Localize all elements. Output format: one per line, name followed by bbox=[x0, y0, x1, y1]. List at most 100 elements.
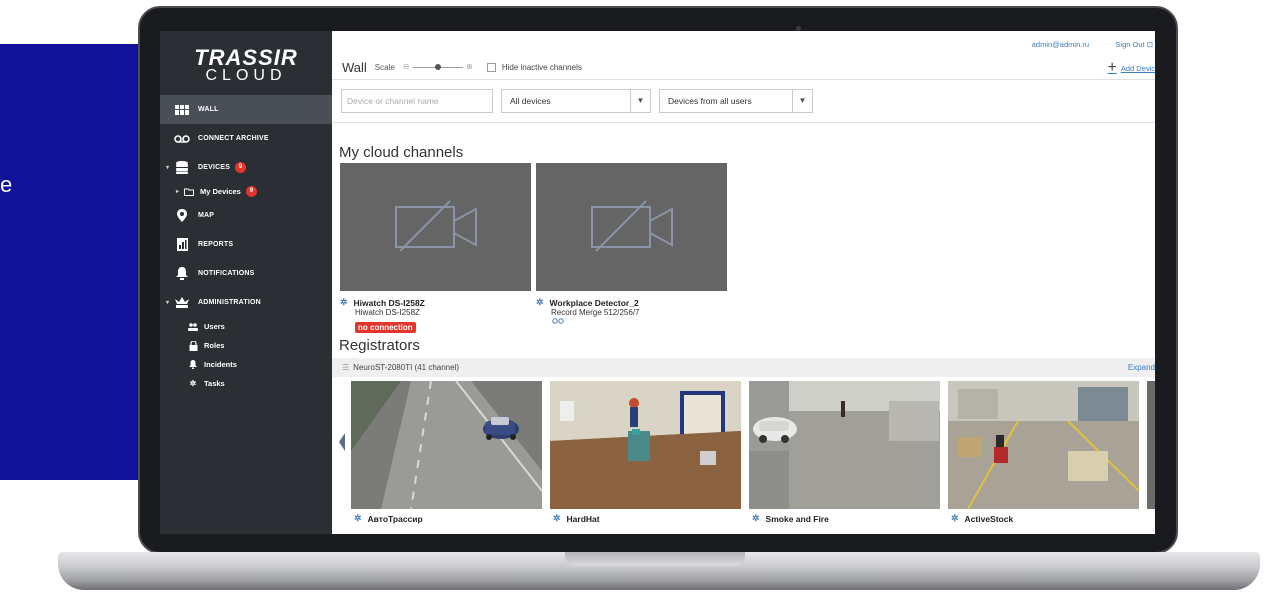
channel-name[interactable]: ✲ Hiwatch DS-I258Z bbox=[340, 297, 531, 308]
channel-card[interactable]: ✲ Hiwatch DS-I258Z Hiwatch DS-I258Z no c… bbox=[340, 163, 531, 335]
sidebar-item-devices[interactable]: ▾ DEVICES 9 bbox=[160, 153, 332, 182]
lock-icon bbox=[188, 339, 198, 353]
sign-out-link[interactable]: Sign Out ⊡ bbox=[1115, 40, 1153, 49]
zoom-in-icon[interactable]: ⊕ bbox=[466, 62, 473, 72]
registrator-channel-card[interactable]: ✲ Smoke and Fire bbox=[749, 381, 940, 524]
channel-card[interactable]: ✲ Workplace Detector_2 Record Merge 512/… bbox=[536, 163, 727, 335]
chevron-down-icon[interactable]: ▾ bbox=[166, 299, 172, 306]
my-devices-count-badge: 9 bbox=[245, 186, 257, 197]
bell-icon bbox=[188, 358, 198, 372]
registrator-channel-card[interactable]: ✲ ActiveStock bbox=[948, 381, 1139, 524]
users-select[interactable]: Devices from all users ▼ bbox=[659, 89, 813, 113]
add-device-label: Add Devic bbox=[1120, 63, 1155, 73]
page-title: Wall bbox=[342, 59, 367, 75]
chevron-down-icon: ▼ bbox=[630, 90, 650, 112]
stage: e TRASSIR CLOUD WALL CONNECT ARCHIVE ▾ D… bbox=[0, 0, 1278, 593]
status-badge: no connection bbox=[355, 322, 416, 333]
logo-sub: CLOUD bbox=[205, 67, 287, 84]
channel-name-label: Hiwatch DS-I258Z bbox=[353, 297, 425, 308]
gear-icon[interactable]: ✲ bbox=[536, 297, 544, 308]
chevron-down-icon[interactable]: ▾ bbox=[166, 164, 172, 171]
sidebar-item-label: My Devices bbox=[200, 187, 241, 196]
plus-icon: + bbox=[1107, 59, 1117, 76]
sidebar-item-roles[interactable]: Roles bbox=[160, 336, 332, 355]
expand-link[interactable]: Expand bbox=[1128, 363, 1155, 372]
sidebar-item-label: ADMINISTRATION bbox=[198, 299, 261, 306]
sidebar-item-connect-archive[interactable]: CONNECT ARCHIVE bbox=[160, 124, 332, 153]
scale-slider[interactable]: ⊖ ⊕ bbox=[403, 62, 473, 72]
sidebar-item-incidents[interactable]: Incidents bbox=[160, 355, 332, 374]
bell-icon bbox=[174, 267, 190, 281]
chevron-right-icon[interactable]: ▸ bbox=[176, 188, 182, 195]
registrator-channel-card[interactable]: ✲ АвтоТрассир bbox=[351, 381, 542, 524]
camera-preview-road[interactable] bbox=[351, 381, 542, 509]
channel-name[interactable]: ✲ Workplace Detector_2 bbox=[536, 297, 727, 308]
sidebar-item-tasks[interactable]: ✲ Tasks bbox=[160, 374, 332, 393]
sidebar-item-wall[interactable]: WALL bbox=[160, 95, 332, 124]
top-bar: admin@admin.ru Sign Out ⊡ bbox=[332, 31, 1155, 55]
sidebar-item-users[interactable]: Users bbox=[160, 317, 332, 336]
sidebar-item-map[interactable]: MAP bbox=[160, 201, 332, 230]
sidebar-item-my-devices[interactable]: ▸ My Devices 9 bbox=[160, 182, 332, 201]
gear-icon[interactable]: ✲ bbox=[752, 513, 760, 524]
gear-icon: ✲ bbox=[189, 379, 197, 388]
hide-inactive-checkbox[interactable] bbox=[486, 62, 496, 72]
screen: TRASSIR CLOUD WALL CONNECT ARCHIVE ▾ DEV… bbox=[160, 31, 1155, 534]
sidebar-item-label: NOTIFICATIONS bbox=[198, 270, 255, 277]
sidebar-item-label: REPORTS bbox=[198, 241, 234, 248]
channel-name-label: Workplace Detector_2 bbox=[549, 297, 639, 308]
camera-preview-warehouse[interactable] bbox=[948, 381, 1139, 509]
sidebar-item-label: Tasks bbox=[204, 379, 225, 388]
sidebar-item-label: Users bbox=[204, 322, 225, 331]
registrator-group-header[interactable]: ☰ NeuroST-2080TI (41 channel) Expand bbox=[332, 358, 1155, 377]
devices-select-value: All devices bbox=[510, 96, 551, 106]
sidebar-item-administration[interactable]: ▾ ADMINISTRATION bbox=[160, 288, 332, 317]
channel-thumbnail[interactable] bbox=[536, 163, 727, 291]
slider-handle[interactable] bbox=[434, 64, 441, 70]
camera-preview-partial[interactable] bbox=[1147, 381, 1155, 509]
sidebar-item-label: CONNECT ARCHIVE bbox=[198, 135, 269, 142]
registrator-channel-name[interactable]: ✲ АвтоТрассир bbox=[351, 513, 542, 524]
registrator-channels: ✲ АвтоТрассир ✲ HardHat ✲ Smoke and Fire… bbox=[332, 381, 1155, 524]
registrator-channel-card[interactable]: ✲ HardHat bbox=[550, 381, 741, 524]
wall-toolbar: Wall Scale ⊖ ⊕ Hide inactive channels + … bbox=[332, 55, 1155, 79]
sidebar-item-label: Incidents bbox=[204, 360, 237, 369]
registrator-channel-label: АвтоТрассир bbox=[367, 513, 423, 524]
sidebar-item-reports[interactable]: REPORTS bbox=[160, 230, 332, 259]
carousel-prev-arrow[interactable] bbox=[339, 433, 345, 451]
gear-icon[interactable]: ✲ bbox=[340, 297, 348, 308]
registrator-channel-label: HardHat bbox=[566, 513, 600, 524]
devices-select[interactable]: All devices ▼ bbox=[501, 89, 651, 113]
sign-out-label: Sign Out bbox=[1115, 40, 1145, 49]
camera-preview-smoke[interactable] bbox=[749, 381, 940, 509]
add-device-button[interactable]: + Add Devic bbox=[1107, 59, 1155, 77]
cloud-channel-list: ✲ Hiwatch DS-I258Z Hiwatch DS-I258Z no c… bbox=[332, 163, 1155, 335]
sidebar-item-notifications[interactable]: NOTIFICATIONS bbox=[160, 259, 332, 288]
folder-icon bbox=[184, 185, 194, 199]
cropped-text: e bbox=[0, 172, 13, 197]
gear-icon[interactable]: ✲ bbox=[354, 513, 362, 524]
archive-icon[interactable] bbox=[536, 317, 727, 326]
main-content: admin@admin.ru Sign Out ⊡ Wall Scale ⊖ ⊕… bbox=[332, 31, 1155, 534]
registrator-channel-label: ActiveStock bbox=[964, 513, 1014, 524]
camera-preview-hardhat[interactable] bbox=[550, 381, 741, 509]
channel-device: Record Merge 512/256/7 bbox=[551, 308, 640, 317]
archive-icon bbox=[174, 132, 190, 146]
registrator-channel-name[interactable]: ✲ Smoke and Fire bbox=[749, 513, 940, 524]
registrators-title: Registrators bbox=[339, 337, 420, 354]
gear-icon[interactable]: ✲ bbox=[553, 513, 561, 524]
camera-off-icon bbox=[590, 200, 673, 252]
logo[interactable]: TRASSIR CLOUD bbox=[160, 31, 332, 95]
registrator-channel-name[interactable]: ✲ HardHat bbox=[550, 513, 741, 524]
search-input[interactable]: Device or channel name bbox=[341, 89, 493, 113]
devices-count-badge: 9 bbox=[235, 162, 247, 173]
laptop-notch bbox=[565, 552, 745, 566]
user-email-link[interactable]: admin@admin.ru bbox=[1032, 40, 1089, 49]
channel-thumbnail[interactable] bbox=[340, 163, 531, 291]
registrator-channel-name[interactable]: ✲ ActiveStock bbox=[948, 513, 1139, 524]
zoom-out-icon[interactable]: ⊖ bbox=[403, 62, 410, 72]
sidebar-item-label: WALL bbox=[198, 106, 219, 113]
sidebar-item-label: DEVICES bbox=[198, 164, 231, 171]
gear-icon[interactable]: ✲ bbox=[951, 513, 959, 524]
